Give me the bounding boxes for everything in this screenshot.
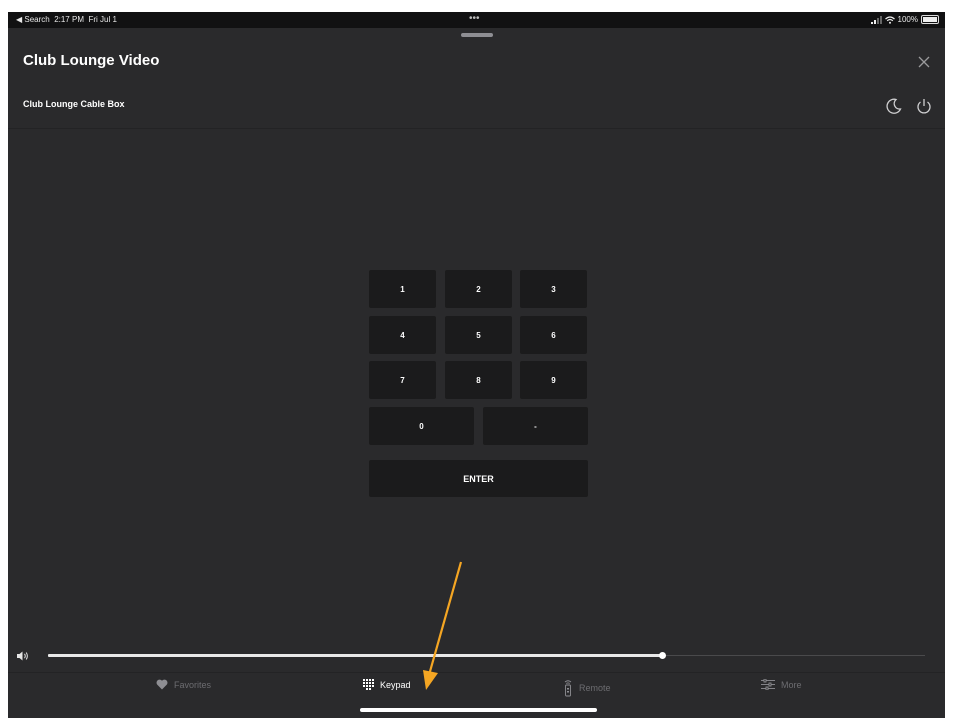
key-1[interactable]: 1 <box>369 270 436 308</box>
remote-icon <box>564 680 572 697</box>
key-0[interactable]: 0 <box>369 407 474 445</box>
moon-icon <box>886 98 902 114</box>
close-button[interactable] <box>914 52 934 72</box>
sliders-icon <box>761 679 775 690</box>
key-9[interactable]: 9 <box>520 361 587 399</box>
speaker-icon <box>17 651 28 661</box>
key-8[interactable]: 8 <box>445 361 512 399</box>
wifi-icon <box>884 15 895 24</box>
keypad-icon <box>363 679 374 690</box>
status-left: ◀ Search 2:17 PM Fri Jul 1 <box>16 15 117 24</box>
close-icon <box>918 56 930 68</box>
tab-keypad-label: Keypad <box>380 679 411 690</box>
key-5[interactable]: 5 <box>445 316 512 354</box>
tab-more[interactable]: More <box>761 679 802 690</box>
sheet-grabber[interactable] <box>461 33 493 37</box>
tab-remote-label: Remote <box>579 683 611 693</box>
cellular-signal-icon <box>870 15 882 24</box>
status-date: Fri Jul 1 <box>88 15 117 24</box>
enter-button[interactable]: ENTER <box>369 460 588 497</box>
key-2[interactable]: 2 <box>445 270 512 308</box>
status-right: 100% <box>870 15 939 24</box>
battery-icon <box>921 15 939 24</box>
status-bar: ◀ Search 2:17 PM Fri Jul 1 ••• 100% <box>8 12 945 28</box>
device-name: Club Lounge Cable Box <box>23 99 125 109</box>
app-window: ◀ Search 2:17 PM Fri Jul 1 ••• 100% Club… <box>8 12 945 718</box>
volume-slider-fill <box>48 654 662 657</box>
status-time: 2:17 PM <box>54 15 84 24</box>
tab-favorites[interactable]: Favorites <box>156 679 211 690</box>
tab-favorites-label: Favorites <box>174 679 212 690</box>
home-indicator[interactable] <box>360 708 597 712</box>
power-button[interactable] <box>914 96 934 116</box>
volume-slider-thumb[interactable] <box>658 652 666 659</box>
tab-more-label: More <box>781 679 802 690</box>
heart-icon <box>156 679 168 690</box>
key-3[interactable]: 3 <box>520 270 587 308</box>
page-title: Club Lounge Video <box>23 52 160 69</box>
tab-remote[interactable]: Remote <box>563 679 611 697</box>
key-dash[interactable]: - <box>483 407 588 445</box>
key-6[interactable]: 6 <box>520 316 587 354</box>
power-icon <box>917 99 931 114</box>
device-bar <box>8 88 945 129</box>
volume-slider[interactable] <box>48 652 925 659</box>
battery-percent: 100% <box>897 15 918 24</box>
key-4[interactable]: 4 <box>369 316 436 354</box>
mute-button[interactable] <box>16 649 30 667</box>
back-to-search-link[interactable]: ◀ Search <box>16 15 50 24</box>
multitasking-dots[interactable]: ••• <box>469 13 480 24</box>
key-7[interactable]: 7 <box>369 361 436 399</box>
tab-keypad[interactable]: Keypad <box>363 679 411 690</box>
sleep-button[interactable] <box>884 96 904 116</box>
